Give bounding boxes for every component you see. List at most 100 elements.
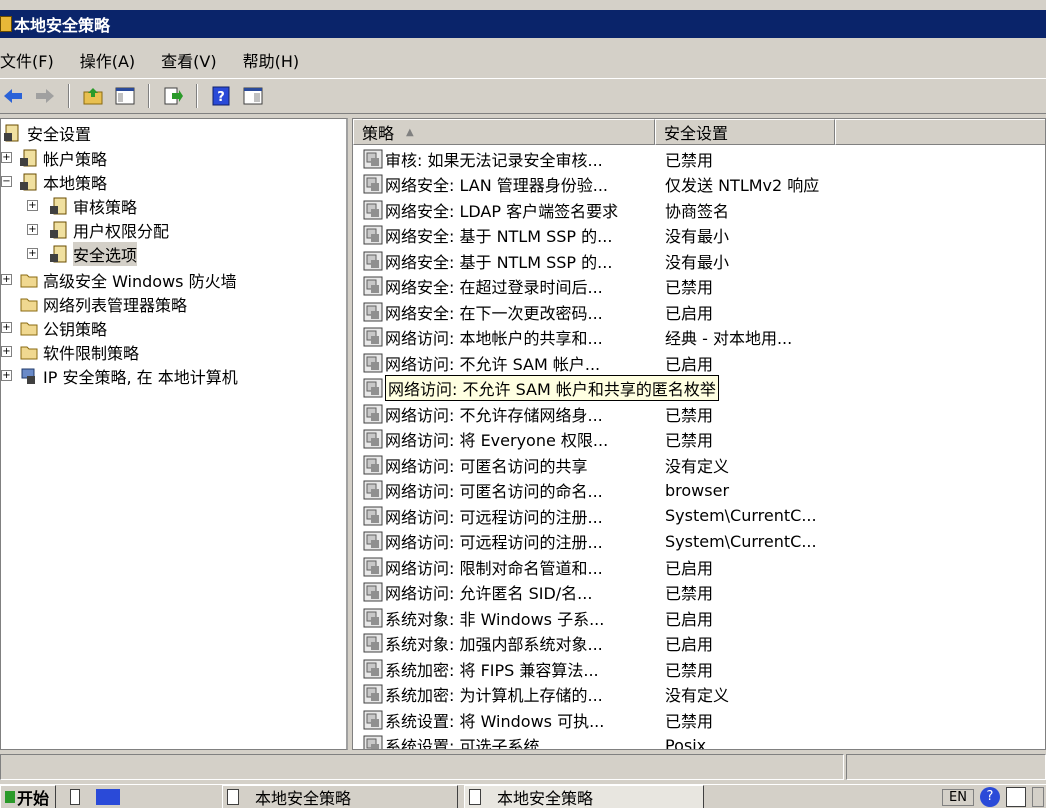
policy-item-icon bbox=[363, 200, 383, 220]
title-bar[interactable]: 本地安全策略 bbox=[0, 10, 1046, 38]
language-indicator[interactable]: EN bbox=[942, 788, 974, 806]
tree-item-software-restriction[interactable]: 软件限制策略 bbox=[19, 340, 139, 364]
expand-toggle[interactable]: + bbox=[1, 274, 12, 285]
policy-setting: 已启用 bbox=[665, 609, 714, 629]
table-row[interactable]: 网络安全: 在超过登录时间后... 已禁用 bbox=[353, 274, 1045, 300]
back-arrow-icon bbox=[4, 89, 22, 103]
tree-item-local-policies[interactable]: 本地策略 bbox=[19, 170, 107, 194]
table-row[interactable]: 系统设置: 可选子系统 Posix bbox=[353, 733, 1045, 750]
policy-item-icon bbox=[363, 276, 383, 296]
help-tray-icon[interactable]: ? bbox=[980, 787, 1000, 807]
table-row[interactable]: 网络安全: 基于 NTLM SSP 的... 没有最小 bbox=[353, 248, 1045, 274]
table-row[interactable]: 系统对象: 非 Windows 子系... 已启用 bbox=[353, 605, 1045, 631]
table-row[interactable]: 网络访问: 本地帐户的共享和... 经典 - 对本地用... bbox=[353, 325, 1045, 351]
table-row[interactable]: 网络访问: 允许匿名 SID/名... 已禁用 bbox=[353, 580, 1045, 606]
tree-label: 安全设置 bbox=[27, 125, 92, 144]
taskbar-button-local-security-policy-active[interactable]: 本地安全策略 bbox=[464, 785, 704, 808]
table-row[interactable]: 网络访问: 可远程访问的注册... System\CurrentC... bbox=[353, 529, 1045, 555]
expand-toggle[interactable]: + bbox=[27, 248, 38, 259]
back-button[interactable] bbox=[0, 83, 26, 109]
tree-root-security-settings[interactable]: 安全设置 bbox=[3, 121, 91, 145]
table-row[interactable]: 系统加密: 为计算机上存储的... 没有定义 bbox=[353, 682, 1045, 708]
table-row[interactable]: 系统加密: 将 FIPS 兼容算法... 已禁用 bbox=[353, 656, 1045, 682]
table-row[interactable]: 网络访问: 可远程访问的注册... System\CurrentC... bbox=[353, 503, 1045, 529]
properties-view-button[interactable] bbox=[240, 83, 266, 109]
policy-setting: 已禁用 bbox=[665, 711, 714, 731]
export-list-button[interactable] bbox=[160, 83, 186, 109]
policy-item-icon bbox=[363, 429, 383, 449]
tree-label: 软件限制策略 bbox=[43, 344, 140, 363]
table-row[interactable]: 网络访问: 不允许存储网络身... 已禁用 bbox=[353, 401, 1045, 427]
console-tree-icon bbox=[115, 87, 135, 105]
table-row[interactable]: 网络访问: 不允许 SAM 帐户和共享的匿名枚举 bbox=[353, 375, 1045, 402]
expand-toggle[interactable]: + bbox=[1, 370, 12, 381]
tree-item-user-rights[interactable]: 用户权限分配 bbox=[49, 218, 169, 242]
expand-toggle[interactable]: + bbox=[1, 322, 12, 333]
window-icon bbox=[227, 789, 239, 805]
tree-item-security-options[interactable]: 安全选项 bbox=[49, 242, 138, 266]
expand-toggle[interactable]: + bbox=[27, 224, 38, 235]
tree-item-public-key[interactable]: 公钥策略 bbox=[19, 316, 107, 340]
table-row[interactable]: 网络安全: LAN 管理器身份验... 仅发送 NTLMv2 响应 bbox=[353, 172, 1045, 198]
table-row[interactable]: 网络安全: LDAP 客户端签名要求 协商签名 bbox=[353, 197, 1045, 223]
table-row[interactable]: 系统设置: 将 Windows 可执... 已禁用 bbox=[353, 707, 1045, 733]
table-row[interactable]: 网络安全: 在下一次更改密码... 已启用 bbox=[353, 299, 1045, 325]
policy-item-icon bbox=[363, 455, 383, 475]
policy-setting: 已禁用 bbox=[665, 405, 714, 425]
folder-icon bbox=[20, 346, 38, 360]
quick-launch bbox=[62, 785, 222, 808]
policy-setting: browser bbox=[665, 480, 730, 500]
column-header-setting[interactable]: 安全设置 bbox=[655, 119, 835, 145]
tree-label: 审核策略 bbox=[73, 198, 138, 217]
server-manager-icon[interactable] bbox=[96, 789, 120, 805]
column-header-policy[interactable]: 策略 ▲ bbox=[353, 119, 655, 145]
menu-help[interactable]: 帮助(H) bbox=[243, 48, 300, 72]
show-hide-tree-button[interactable] bbox=[112, 83, 138, 109]
tree-item-ip-security[interactable]: IP 安全策略, 在 本地计算机 bbox=[19, 364, 238, 388]
policy-name: 网络安全: LAN 管理器身份验... bbox=[385, 176, 609, 196]
taskbar-button-local-security-policy[interactable]: 本地安全策略 bbox=[222, 785, 458, 808]
policy-setting: 没有定义 bbox=[665, 686, 730, 706]
table-row[interactable]: 网络访问: 可匿名访问的命名... browser bbox=[353, 478, 1045, 504]
show-desktop-icon[interactable] bbox=[70, 789, 80, 805]
menu-file[interactable]: 文件(F) bbox=[0, 48, 54, 72]
table-row[interactable]: 网络访问: 将 Everyone 权限... 已禁用 bbox=[353, 427, 1045, 453]
forward-button[interactable] bbox=[32, 83, 58, 109]
table-row[interactable]: 系统对象: 加强内部系统对象... 已启用 bbox=[353, 631, 1045, 657]
table-row[interactable]: 网络访问: 不允许 SAM 帐户... 已启用 bbox=[353, 350, 1045, 376]
toolbar-separator bbox=[196, 84, 198, 108]
column-header-empty bbox=[835, 119, 1045, 145]
policy-folder-icon bbox=[50, 245, 67, 263]
table-row[interactable]: 网络安全: 基于 NTLM SSP 的... 没有最小 bbox=[353, 223, 1045, 249]
policy-folder-icon bbox=[50, 221, 67, 239]
tree-item-account-policies[interactable]: 帐户策略 bbox=[19, 146, 107, 170]
policy-item-icon bbox=[363, 710, 383, 730]
column-title: 策略 bbox=[362, 124, 395, 143]
forward-arrow-icon bbox=[36, 89, 54, 103]
up-folder-button[interactable] bbox=[80, 83, 106, 109]
policy-item-icon bbox=[363, 378, 383, 398]
tray-window-icon[interactable] bbox=[1006, 787, 1026, 807]
help-button[interactable]: ? bbox=[208, 83, 234, 109]
menu-view[interactable]: 查看(V) bbox=[161, 48, 216, 72]
policy-name: 网络访问: 可远程访问的注册... bbox=[385, 507, 603, 527]
table-row[interactable]: 审核: 如果无法记录安全审核... 已禁用 bbox=[353, 146, 1045, 172]
policy-item-icon bbox=[363, 557, 383, 577]
policy-item-icon bbox=[363, 735, 383, 749]
expand-toggle[interactable]: + bbox=[1, 346, 12, 357]
table-row[interactable]: 网络访问: 可匿名访问的共享 没有定义 bbox=[353, 452, 1045, 478]
system-tray: EN ? bbox=[942, 785, 1046, 808]
policy-name: 系统设置: 可选子系统 bbox=[385, 737, 540, 750]
expand-toggle[interactable]: + bbox=[27, 200, 38, 211]
start-button[interactable]: 开始 bbox=[0, 785, 56, 808]
tray-extra-icon[interactable] bbox=[1032, 787, 1044, 807]
tree-item-network-list[interactable]: 网络列表管理器策略 bbox=[19, 292, 187, 316]
tree-item-firewall[interactable]: 高级安全 Windows 防火墙 bbox=[19, 268, 237, 292]
tree-item-audit-policy[interactable]: 审核策略 bbox=[49, 194, 137, 218]
expand-toggle[interactable]: + bbox=[1, 152, 12, 163]
folder-up-icon bbox=[83, 88, 103, 105]
menu-action[interactable]: 操作(A) bbox=[80, 48, 135, 72]
policy-item-icon bbox=[363, 531, 383, 551]
table-row[interactable]: 网络访问: 限制对命名管道和... 已启用 bbox=[353, 554, 1045, 580]
collapse-toggle[interactable]: − bbox=[1, 176, 12, 187]
